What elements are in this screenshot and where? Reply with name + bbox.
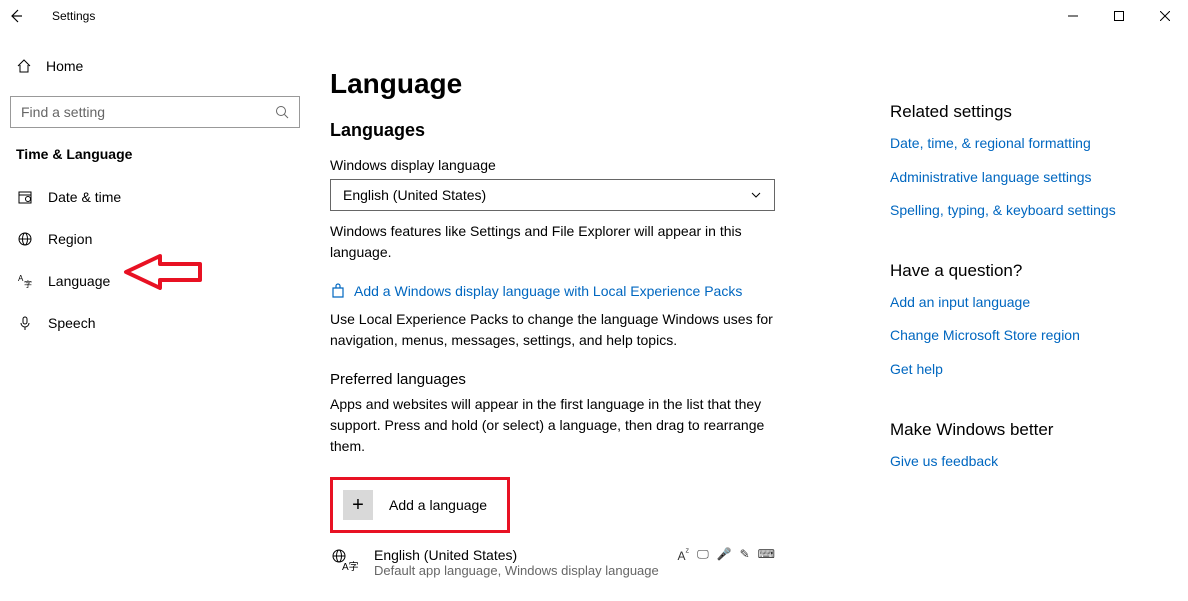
keyboard-icon: ⌨ bbox=[758, 547, 775, 563]
home-nav[interactable]: Home bbox=[16, 46, 300, 86]
highlight-arrow-icon bbox=[122, 254, 202, 290]
preferred-languages-desc: Apps and websites will appear in the fir… bbox=[330, 394, 775, 457]
nav-label: Language bbox=[48, 273, 110, 289]
window-controls bbox=[1050, 0, 1188, 32]
titlebar: Settings bbox=[0, 0, 1188, 32]
help-link[interactable]: Change Microsoft Store region bbox=[890, 326, 1150, 346]
sidebar: Home Find a setting Time & Language Date… bbox=[0, 32, 310, 578]
language-feature-icons: Aᶻ 🖵 🎤 ✎ ⌨ bbox=[677, 547, 775, 563]
content-area: Language Languages Windows display langu… bbox=[330, 32, 890, 578]
related-link[interactable]: Spelling, typing, & keyboard settings bbox=[890, 201, 1150, 221]
display-language-desc: Windows features like Settings and File … bbox=[330, 221, 775, 263]
question-heading: Have a question? bbox=[890, 261, 1150, 281]
close-button[interactable] bbox=[1142, 0, 1188, 32]
display-language-label: Windows display language bbox=[330, 157, 890, 173]
add-display-language-link[interactable]: Add a Windows display language with Loca… bbox=[354, 283, 742, 299]
category-header: Time & Language bbox=[16, 146, 300, 162]
globe-icon bbox=[16, 231, 34, 247]
search-placeholder: Find a setting bbox=[21, 104, 105, 120]
related-settings-heading: Related settings bbox=[890, 102, 1150, 122]
help-link[interactable]: Get help bbox=[890, 360, 1150, 380]
languages-heading: Languages bbox=[330, 120, 890, 141]
help-link[interactable]: Add an input language bbox=[890, 293, 1150, 313]
related-panel: Related settings Date, time, & regional … bbox=[890, 32, 1150, 578]
store-desc: Use Local Experience Packs to change the… bbox=[330, 309, 775, 351]
app-title: Settings bbox=[52, 9, 95, 23]
text-to-speech-icon: Aᶻ bbox=[677, 547, 689, 563]
speech-icon: 🎤 bbox=[717, 547, 732, 563]
svg-text:字: 字 bbox=[24, 279, 32, 289]
related-link[interactable]: Date, time, & regional formatting bbox=[890, 134, 1150, 154]
search-icon bbox=[275, 105, 289, 119]
back-button[interactable] bbox=[8, 8, 40, 24]
preferred-languages-heading: Preferred languages bbox=[330, 371, 890, 388]
add-language-button[interactable]: + Add a language bbox=[330, 477, 510, 533]
nav-label: Region bbox=[48, 231, 92, 247]
better-heading: Make Windows better bbox=[890, 420, 1150, 440]
display-language-dropdown[interactable]: English (United States) bbox=[330, 179, 775, 211]
maximize-button[interactable] bbox=[1096, 0, 1142, 32]
feedback-link[interactable]: Give us feedback bbox=[890, 452, 1150, 472]
language-name: English (United States) bbox=[374, 547, 659, 563]
home-label: Home bbox=[46, 58, 83, 74]
handwriting-icon: ✎ bbox=[740, 547, 750, 563]
chevron-down-icon bbox=[750, 189, 762, 201]
plus-icon: + bbox=[343, 490, 373, 520]
search-input[interactable]: Find a setting bbox=[10, 96, 300, 128]
dropdown-value: English (United States) bbox=[343, 187, 486, 203]
nav-date-time[interactable]: Date & time bbox=[10, 176, 300, 218]
nav-label: Date & time bbox=[48, 189, 121, 205]
mic-icon bbox=[16, 315, 34, 331]
home-icon bbox=[16, 58, 32, 74]
language-icon: A字 bbox=[16, 273, 34, 289]
svg-text:A字: A字 bbox=[342, 560, 358, 573]
related-link[interactable]: Administrative language settings bbox=[890, 168, 1150, 188]
language-subtitle: Default app language, Windows display la… bbox=[374, 563, 659, 578]
nav-speech[interactable]: Speech bbox=[10, 302, 300, 344]
store-icon bbox=[330, 283, 346, 299]
minimize-button[interactable] bbox=[1050, 0, 1096, 32]
language-list-item[interactable]: A字 English (United States) Default app l… bbox=[330, 547, 775, 578]
nav-label: Speech bbox=[48, 315, 95, 331]
page-title: Language bbox=[330, 68, 890, 100]
calendar-icon bbox=[16, 189, 34, 205]
display-icon: 🖵 bbox=[697, 547, 709, 563]
add-language-label: Add a language bbox=[389, 497, 487, 513]
language-glyph-icon: A字 bbox=[330, 547, 360, 575]
nav-language[interactable]: A字 Language bbox=[10, 260, 300, 302]
